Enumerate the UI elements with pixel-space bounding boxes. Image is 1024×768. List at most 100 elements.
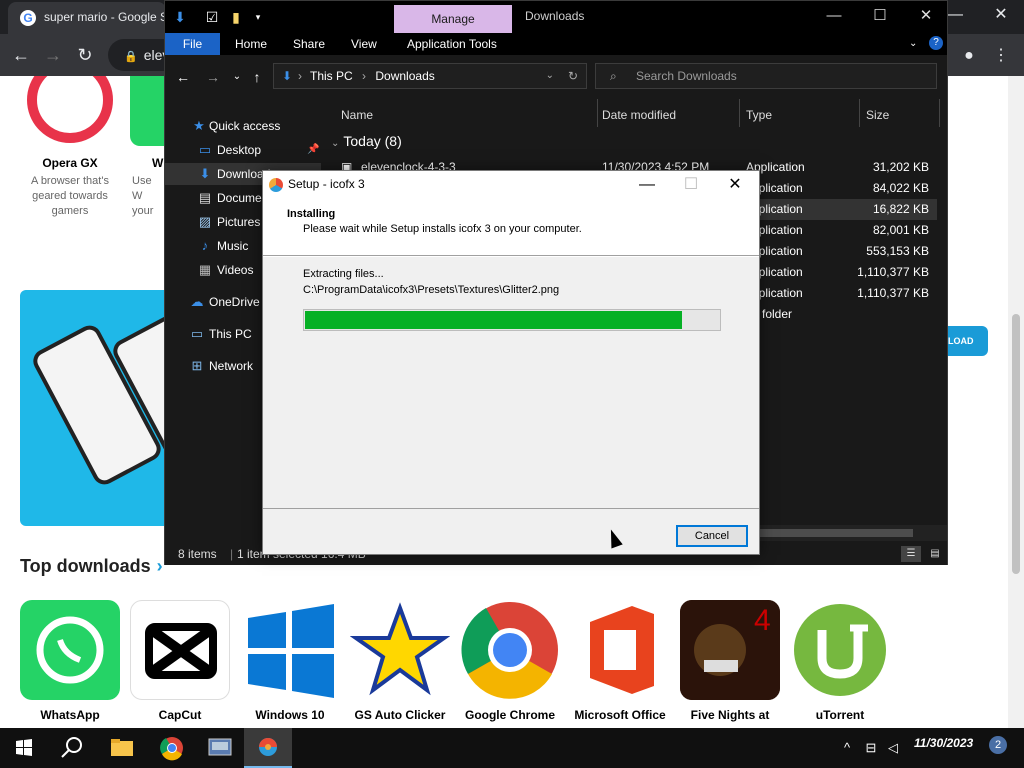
nav-quick-access[interactable]: ★ Quick access (165, 115, 321, 137)
clock[interactable]: 11/30/2023 (914, 736, 973, 750)
chrome-logo-icon (461, 602, 558, 699)
setup-status: Extracting files... (303, 268, 384, 280)
setup-subheading: Please wait while Setup installs icofx 3… (303, 223, 582, 235)
whatsapp-tile[interactable] (20, 600, 120, 700)
taskbar-chrome[interactable] (148, 728, 196, 768)
setup-minimize-button[interactable]: — (625, 173, 669, 197)
download-icon[interactable]: ⬇ (171, 7, 189, 27)
refresh-icon[interactable]: ↻ (568, 64, 578, 88)
breadcrumb[interactable]: ⬇ › This PC › Downloads ⌄ ↻ (273, 63, 587, 89)
progress-bar (303, 309, 721, 331)
gs-autoclicker-tile[interactable] (350, 600, 450, 700)
windows10-tile[interactable] (240, 600, 340, 700)
tile-label[interactable]: GS Auto Clicker (345, 708, 455, 724)
nav-desktop[interactable]: ▭ Desktop 📌 (165, 139, 321, 161)
reload-icon[interactable]: ↻ (72, 43, 98, 69)
profile-icon[interactable]: ● (956, 43, 982, 69)
explorer-minimize-button[interactable]: — (811, 1, 857, 31)
chrome-close-button[interactable]: ✕ (978, 0, 1024, 30)
volume-muted-icon[interactable]: ◁ (884, 738, 902, 758)
column-divider[interactable] (859, 99, 860, 127)
download-icon: ⬇ (282, 69, 293, 83)
ribbon-expand-icon[interactable]: ⌄ (909, 33, 917, 55)
tile-label[interactable]: uTorrent (785, 708, 895, 724)
taskbar-file-explorer[interactable] (98, 728, 146, 768)
chevron-down-icon: ⌄ (331, 138, 340, 149)
start-button[interactable] (0, 728, 48, 768)
menu-icon[interactable]: ⋮ (988, 43, 1014, 69)
tile-label[interactable]: Windows 10 (235, 708, 345, 724)
scrollbar-thumb[interactable] (1012, 314, 1020, 574)
large-icons-view-icon[interactable]: ▤ (925, 546, 945, 562)
chrome-logo-icon (160, 737, 183, 761)
setup-titlebar: Setup - icofx 3 — ☐ ✕ (263, 171, 759, 199)
tab-view[interactable]: View (351, 33, 377, 55)
breadcrumb-this-pc[interactable]: This PC (310, 69, 353, 83)
promo-banner[interactable] (20, 290, 180, 526)
back-icon[interactable]: ← (173, 67, 193, 87)
tab-file[interactable]: File (165, 33, 220, 55)
tile-label[interactable]: WhatsApp (15, 708, 125, 724)
forward-icon[interactable]: → (40, 43, 66, 69)
search-placeholder: Search Downloads (636, 69, 737, 83)
details-view-icon[interactable]: ☰ (901, 546, 921, 562)
address-bar[interactable]: 🔒 elev (108, 39, 168, 71)
chrome-tile[interactable] (460, 600, 560, 700)
breadcrumb-downloads[interactable]: Downloads (375, 69, 434, 83)
properties-icon[interactable]: ☑ (203, 7, 221, 27)
chevron-down-icon[interactable]: ▾ (249, 7, 267, 27)
column-name[interactable]: Name (341, 103, 373, 127)
taskbar-icofx-setup[interactable] (244, 728, 292, 768)
explorer-title: Downloads (525, 9, 585, 23)
tile-label[interactable]: Google Chrome (455, 708, 565, 724)
folder-icon[interactable]: ▮ (227, 7, 245, 27)
download-icon: ⬇ (199, 166, 211, 181)
search-button[interactable] (48, 728, 96, 768)
back-icon[interactable]: ← (8, 43, 34, 69)
forward-icon[interactable]: → (203, 67, 223, 87)
column-date-modified[interactable]: Date modified (602, 103, 676, 127)
explorer-maximize-button[interactable]: ☐ (857, 1, 903, 31)
recent-locations-icon[interactable]: ⌄ (227, 67, 247, 87)
office-tile[interactable] (570, 600, 670, 700)
column-divider[interactable] (939, 99, 940, 127)
column-divider[interactable] (597, 99, 598, 127)
setup-close-button[interactable]: ✕ (713, 173, 757, 197)
app-card-whatsapp[interactable]: W Use W your (132, 156, 164, 219)
app-card-opera[interactable]: Opera GX A browser that's geared towards… (20, 156, 120, 219)
tile-label[interactable]: CapCut (125, 708, 235, 724)
explorer-close-button[interactable]: ✕ (903, 1, 949, 31)
tab-share[interactable]: Share (293, 33, 325, 55)
video-icon: ▦ (198, 262, 212, 277)
notification-badge[interactable]: 2 (989, 736, 1007, 754)
tab-application-tools[interactable]: Application Tools (407, 33, 497, 55)
group-header-today[interactable]: ⌄ Today (8) (331, 133, 402, 149)
network-icon[interactable]: ⊟ (862, 738, 880, 758)
tile-label[interactable]: Microsoft Office (565, 708, 675, 724)
setup-dialog: Setup - icofx 3 — ☐ ✕ Installing Please … (262, 170, 760, 555)
column-size[interactable]: Size (866, 103, 889, 127)
browser-tab[interactable]: G super mario - Google S (8, 2, 166, 34)
taskbar-installer[interactable] (196, 728, 244, 768)
cancel-button[interactable]: Cancel (676, 525, 748, 547)
help-icon[interactable]: ? (929, 36, 943, 50)
fnaf-image: 4 (680, 600, 780, 700)
column-divider[interactable] (739, 99, 740, 127)
search-input[interactable]: ⌕ Search Downloads (595, 63, 937, 89)
tab-home[interactable]: Home (235, 33, 267, 55)
chevron-down-icon[interactable]: ⌄ (546, 64, 554, 88)
music-icon: ♪ (201, 238, 209, 253)
fnaf-tile[interactable]: 4 (680, 600, 780, 700)
page-scrollbar[interactable] (1008, 76, 1024, 728)
network-icon: ⊞ (191, 358, 203, 373)
setup-heading: Installing (287, 208, 336, 220)
manage-tab[interactable]: Manage (394, 5, 512, 33)
utorrent-tile[interactable] (790, 600, 890, 700)
tray-chevron-icon[interactable]: ^ (838, 738, 856, 758)
capcut-tile[interactable] (130, 600, 230, 700)
top-downloads-heading[interactable]: Top downloads › (20, 556, 163, 577)
installer-icon (208, 738, 232, 756)
tile-label[interactable]: Five Nights at (675, 708, 785, 724)
column-type[interactable]: Type (746, 103, 772, 127)
up-icon[interactable]: ↑ (247, 67, 267, 87)
